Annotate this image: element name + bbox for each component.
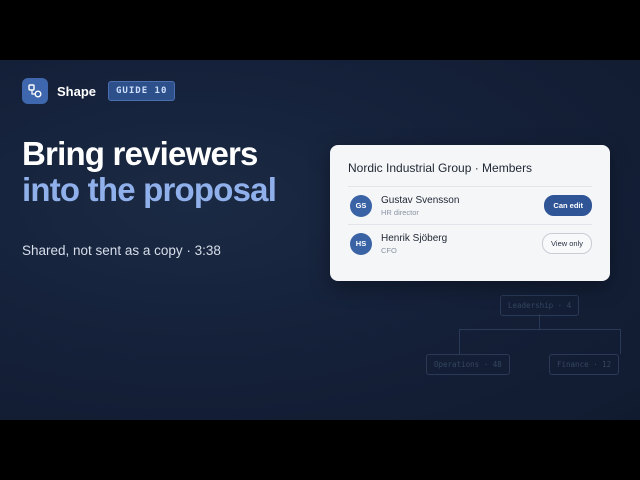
avatar: GS — [350, 194, 372, 217]
view-only-button[interactable]: View only — [542, 233, 592, 254]
org-connector — [620, 329, 621, 354]
member-row: HS Henrik Sjöberg CFO View only — [348, 224, 592, 262]
member-role: CFO — [381, 245, 397, 255]
headline-line-2: into the proposal — [22, 171, 277, 208]
shape-logo-icon — [22, 78, 48, 104]
video-frame: Shape GUIDE 10 Bring reviewers into the … — [0, 60, 640, 420]
member-info: Gustav Svensson HR director — [381, 195, 544, 217]
member-name: Gustav Svensson — [381, 194, 460, 206]
members-card: Nordic Industrial Group · Members GS Gus… — [330, 145, 610, 281]
member-role: HR director — [381, 207, 419, 217]
member-info: Henrik Sjöberg CFO — [381, 233, 542, 255]
headline: Bring reviewers into the proposal — [22, 135, 277, 208]
org-node-root: Leadership · 4 — [500, 295, 580, 316]
member-row: GS Gustav Svensson HR director Can edit — [348, 186, 592, 224]
headline-line-1: Bring reviewers — [22, 135, 258, 172]
avatar: HS — [350, 232, 372, 255]
subtitle: Shared, not sent as a copy · 3:38 — [22, 243, 221, 258]
org-connector — [539, 314, 540, 329]
card-title: Nordic Industrial Group · Members — [348, 161, 533, 175]
brand-name: Shape — [57, 83, 97, 99]
brand-header: Shape GUIDE 10 — [22, 78, 176, 104]
can-edit-button[interactable]: Can edit — [544, 195, 592, 216]
org-connector — [459, 329, 460, 354]
org-node-child: Operations · 48 — [426, 354, 510, 375]
member-name: Henrik Sjöberg — [381, 232, 448, 244]
org-node-child: Finance · 12 — [549, 354, 620, 375]
guide-badge: GUIDE 10 — [108, 81, 176, 101]
org-connector — [459, 329, 620, 330]
